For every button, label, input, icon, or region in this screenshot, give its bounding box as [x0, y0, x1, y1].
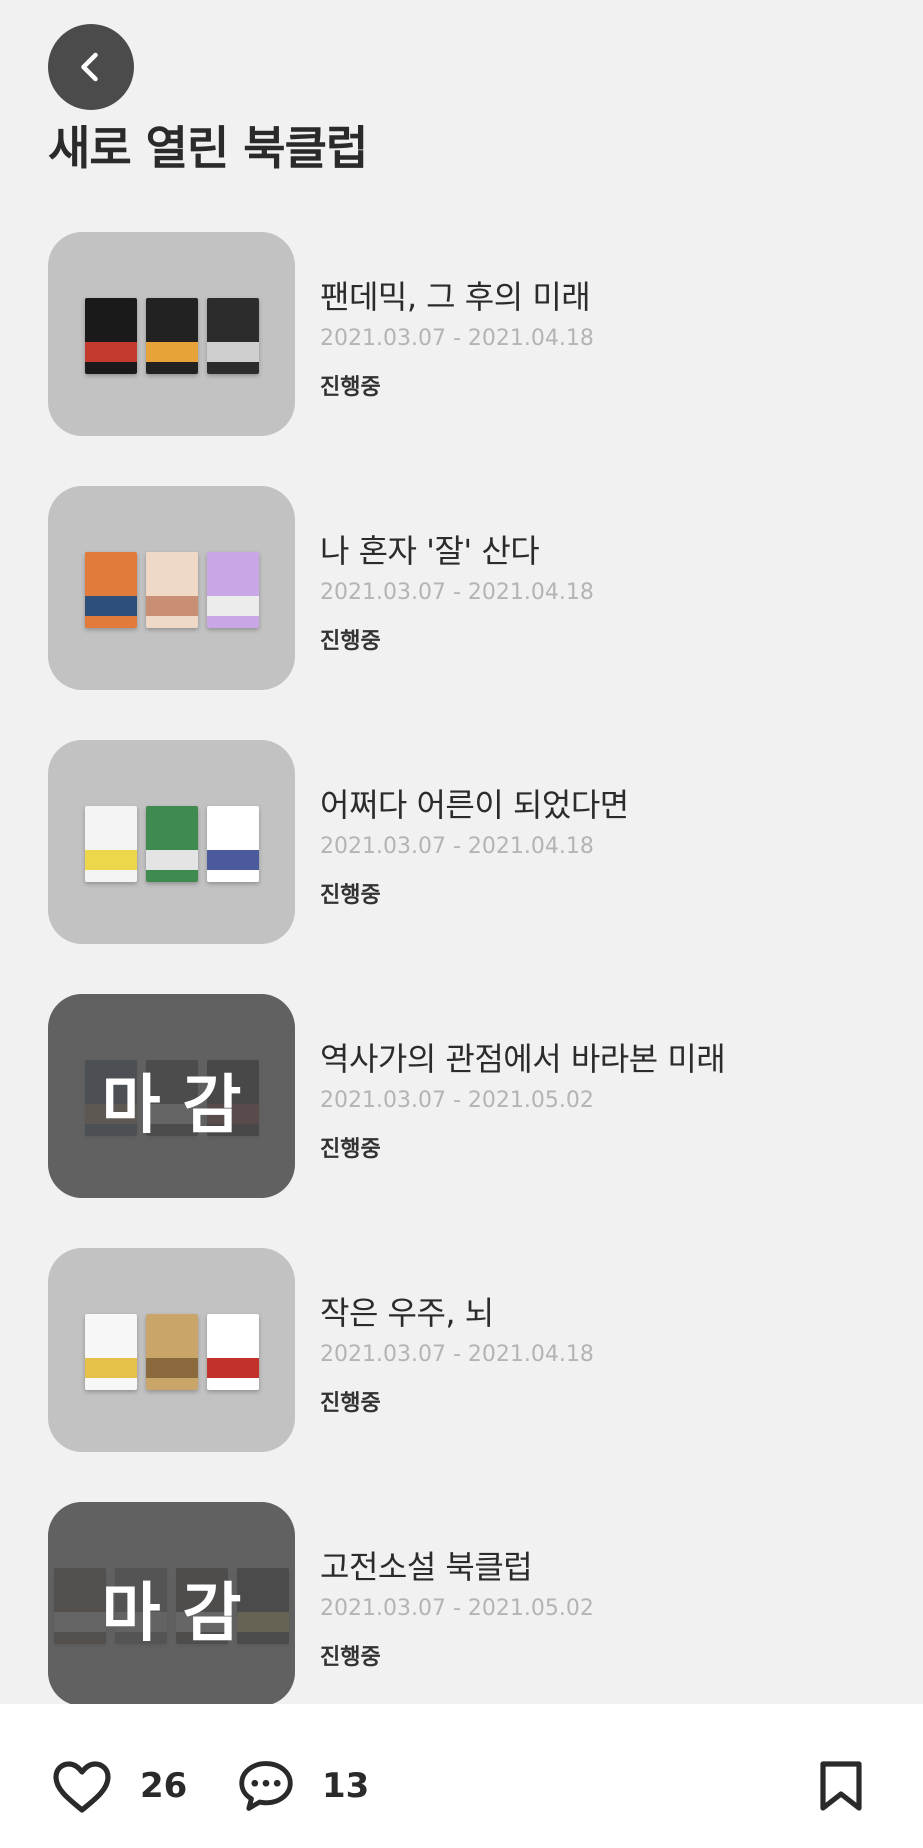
book-cover-image	[207, 806, 259, 882]
club-title: 작은 우주, 뇌	[320, 1294, 494, 1332]
club-title: 어쩌다 어른이 되었다면	[320, 786, 629, 824]
club-thumbnail	[48, 486, 295, 690]
bottom-action-bar: 26 13	[0, 1704, 923, 1848]
club-list: 팬데믹, 그 후의 미래 2021.03.07 - 2021.04.18 진행중 나 …	[0, 232, 923, 1756]
back-button[interactable]	[48, 24, 134, 110]
club-list-item[interactable]: 나 혼자 '잘' 산다 2021.03.07 - 2021.04.18 진행중	[0, 486, 923, 690]
club-info: 역사가의 관점에서 바라본 미래 2021.03.07 - 2021.05.02 진…	[320, 1034, 726, 1163]
speech-bubble-icon	[239, 1761, 293, 1811]
book-covers	[85, 1314, 259, 1390]
club-dates: 2021.03.07 - 2021.04.18	[320, 326, 594, 351]
club-dates: 2021.03.07 - 2021.05.02	[320, 1596, 594, 1621]
book-cover-image	[146, 1314, 198, 1390]
club-thumbnail	[48, 232, 295, 436]
club-list-item[interactable]: 마감 고전소설 북클럽 2021.03.07 - 2021.05.02 진행중	[0, 1502, 923, 1706]
comment-button[interactable]: 13	[236, 1758, 369, 1814]
club-info: 팬데믹, 그 후의 미래 2021.03.07 - 2021.04.18 진행중	[320, 272, 594, 401]
club-dates: 2021.03.07 - 2021.04.18	[320, 834, 594, 859]
closed-overlay: 마감	[48, 994, 295, 1198]
page-title: 새로 열린 북클럽	[48, 121, 368, 175]
book-covers	[85, 552, 259, 628]
club-title: 역사가의 관점에서 바라본 미래	[320, 1040, 726, 1078]
book-cover-image	[85, 806, 137, 882]
club-status: 진행중	[320, 1137, 381, 1162]
book-cover-image	[207, 298, 259, 374]
club-title: 팬데믹, 그 후의 미래	[320, 278, 591, 316]
book-covers	[85, 298, 259, 374]
book-cover-image	[146, 298, 198, 374]
comment-count: 13	[322, 1766, 370, 1806]
book-cover-image	[85, 298, 137, 374]
chevron-left-icon	[81, 52, 98, 82]
club-dates: 2021.03.07 - 2021.05.02	[320, 1088, 594, 1113]
club-status: 진행중	[320, 629, 381, 654]
book-cover-image	[207, 552, 259, 628]
club-thumbnail: 마감	[48, 1502, 295, 1706]
club-info: 작은 우주, 뇌 2021.03.07 - 2021.04.18 진행중	[320, 1288, 594, 1417]
closed-label: 마감	[101, 1069, 264, 1143]
club-thumbnail: 마감	[48, 994, 295, 1198]
book-cover-image	[85, 552, 137, 628]
club-dates: 2021.03.07 - 2021.04.18	[320, 580, 594, 605]
club-status: 진행중	[320, 1645, 381, 1670]
club-thumbnail	[48, 740, 295, 944]
club-title: 나 혼자 '잘' 산다	[320, 532, 540, 570]
closed-overlay: 마감	[48, 1502, 295, 1706]
club-info: 고전소설 북클럽 2021.03.07 - 2021.05.02 진행중	[320, 1542, 594, 1671]
club-list-item[interactable]: 팬데믹, 그 후의 미래 2021.03.07 - 2021.04.18 진행중	[0, 232, 923, 436]
book-covers	[85, 806, 259, 882]
heart-icon	[53, 1761, 111, 1813]
club-title: 고전소설 북클럽	[320, 1548, 533, 1586]
club-list-item[interactable]: 마감 역사가의 관점에서 바라본 미래 2021.03.07 - 2021.05.0…	[0, 994, 923, 1198]
club-thumbnail	[48, 1248, 295, 1452]
club-status: 진행중	[320, 883, 381, 908]
bookmark-icon	[820, 1761, 862, 1811]
book-cover-image	[85, 1314, 137, 1390]
club-info: 어쩌다 어른이 되었다면 2021.03.07 - 2021.04.18 진행중	[320, 780, 629, 909]
book-club-list-screen: 새로 열린 북클럽 팬데믹, 그 후의 미래 2021.03.07 - 2021.…	[0, 0, 923, 1848]
book-cover-image	[146, 806, 198, 882]
club-dates: 2021.03.07 - 2021.04.18	[320, 1342, 594, 1367]
club-status: 진행중	[320, 1391, 381, 1416]
like-count: 26	[140, 1766, 188, 1806]
bookmark-button[interactable]	[812, 1758, 870, 1818]
club-list-item[interactable]: 어쩌다 어른이 되었다면 2021.03.07 - 2021.04.18 진행중	[0, 740, 923, 944]
like-button[interactable]: 26	[50, 1758, 187, 1814]
club-info: 나 혼자 '잘' 산다 2021.03.07 - 2021.04.18 진행중	[320, 526, 594, 655]
club-list-item[interactable]: 작은 우주, 뇌 2021.03.07 - 2021.04.18 진행중	[0, 1248, 923, 1452]
closed-label: 마감	[101, 1577, 264, 1651]
book-cover-image	[207, 1314, 259, 1390]
club-status: 진행중	[320, 375, 381, 400]
book-cover-image	[146, 552, 198, 628]
